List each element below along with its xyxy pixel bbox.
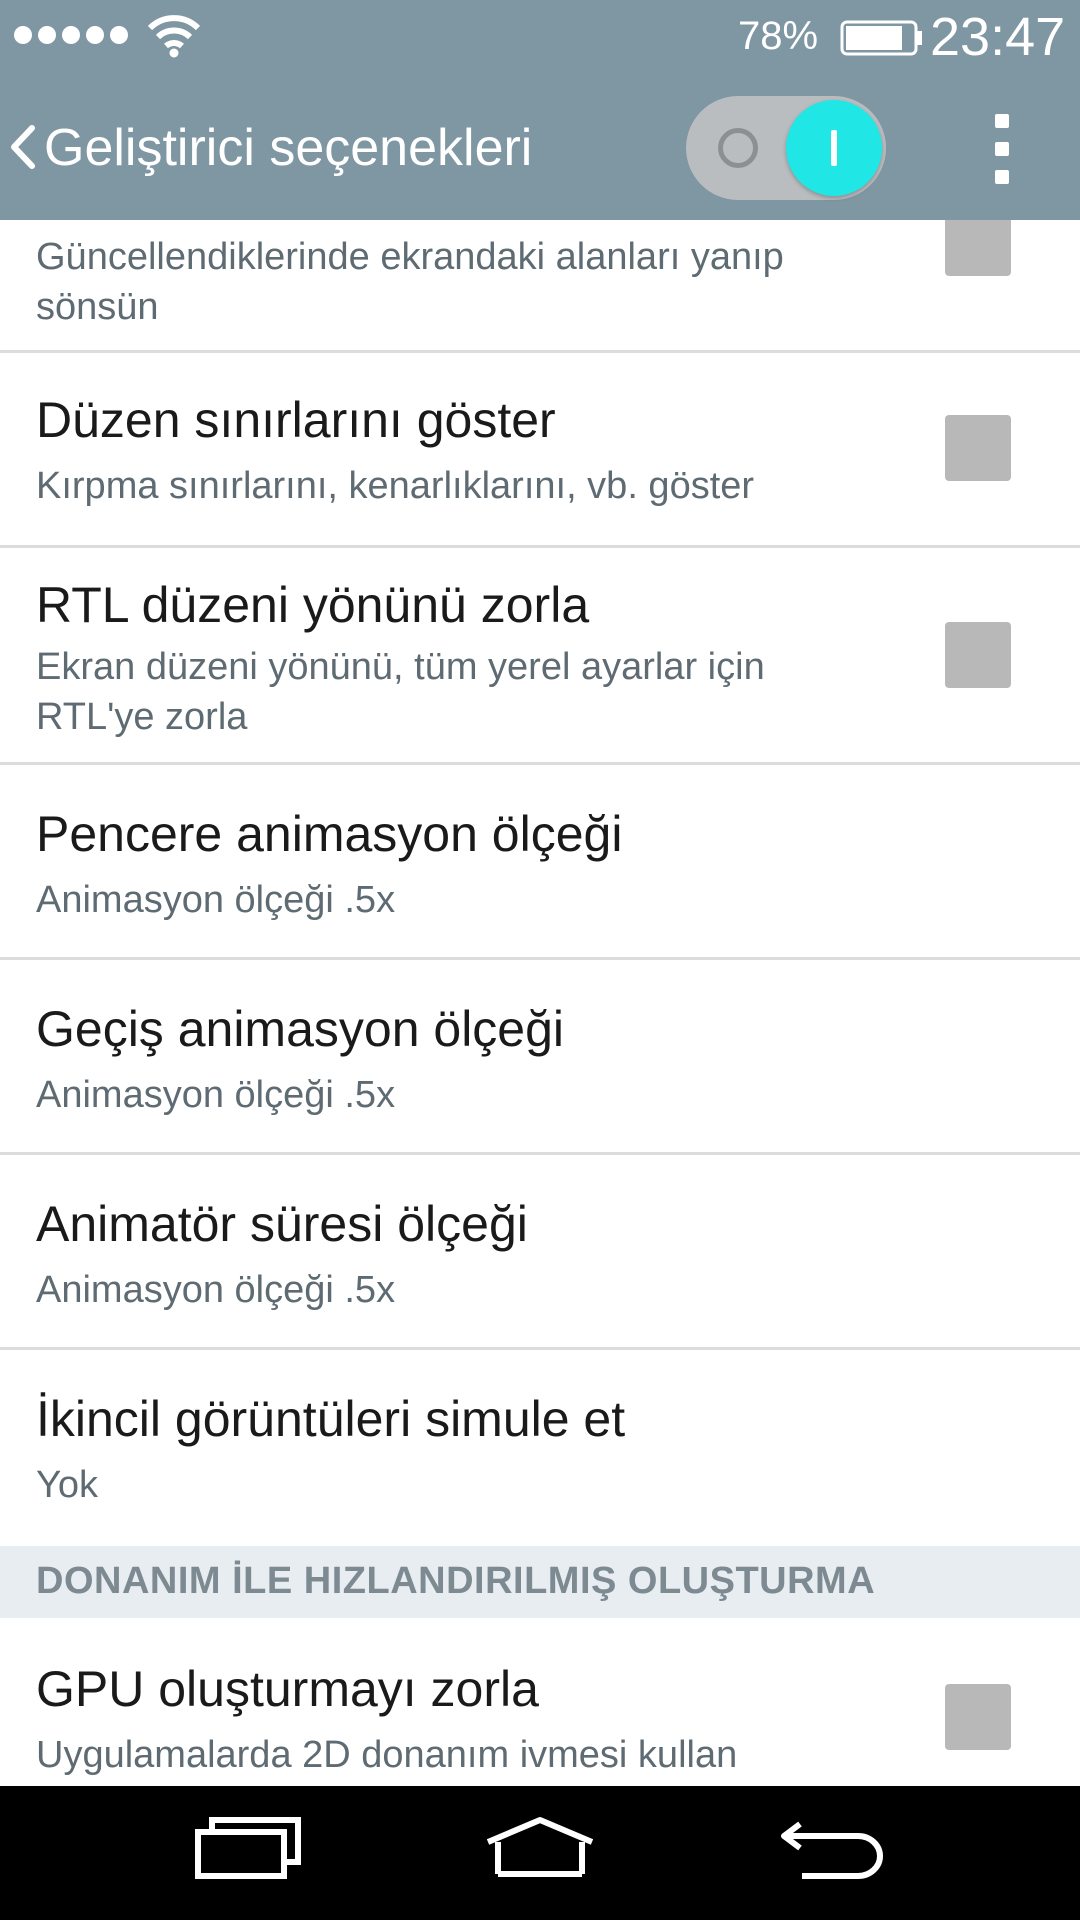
setting-row-layout-bounds[interactable]: Düzen sınırlarını göster Kırpma sınırlar… — [0, 353, 1080, 548]
setting-title: RTL düzeni yönünü zorla — [36, 577, 590, 633]
section-header-label: DONANIM İLE HIZLANDIRILMIŞ OLUŞTURMA — [36, 1560, 876, 1602]
recents-icon[interactable] — [194, 1814, 302, 1880]
switch-off-indicator-icon — [718, 128, 758, 168]
section-header-hw-accelerated-rendering: DONANIM İLE HIZLANDIRILMIŞ OLUŞTURMA — [0, 1546, 1080, 1618]
checkbox[interactable] — [945, 1684, 1011, 1750]
status-bar: 78% 23:47 — [0, 0, 1080, 74]
action-bar: Geliştirici seçenekleri — [0, 74, 1080, 220]
checkbox[interactable] — [945, 622, 1011, 688]
setting-title: İkincil görüntüleri simule et — [36, 1391, 626, 1447]
home-icon[interactable] — [482, 1814, 598, 1880]
battery-percent: 78% — [738, 14, 819, 58]
developer-options-switch[interactable] — [686, 96, 886, 200]
setting-row-force-gpu-rendering[interactable]: GPU oluşturmayı zorla Uygulamalarda 2D d… — [0, 1618, 1080, 1786]
setting-subtitle: Kırpma sınırlarını, kenarlıklarını, vb. … — [36, 465, 755, 507]
setting-title: Geçiş animasyon ölçeği — [36, 1001, 565, 1057]
battery-icon — [840, 20, 922, 56]
signal-dots-icon — [14, 26, 128, 44]
back-icon[interactable] — [778, 1814, 888, 1880]
setting-subtitle: Yok — [36, 1464, 98, 1506]
setting-subtitle: Animasyon ölçeği .5x — [36, 1074, 396, 1116]
setting-subtitle: Güncellendiklerinde ekrandaki alanları y… — [36, 236, 784, 328]
setting-title: Düzen sınırlarını göster — [36, 392, 556, 448]
checkbox[interactable] — [945, 415, 1011, 481]
navigation-bar — [0, 1786, 1080, 1920]
checkbox[interactable] — [945, 220, 1011, 276]
setting-row-show-surface-updates[interactable]: Güncellendiklerinde ekrandaki alanları y… — [0, 220, 1080, 353]
setting-title: Animatör süresi ölçeği — [36, 1196, 528, 1252]
wifi-icon — [147, 15, 201, 58]
setting-subtitle: Uygulamalarda 2D donanım ivmesi kullan — [36, 1734, 738, 1776]
setting-subtitle: Animasyon ölçeği .5x — [36, 879, 396, 921]
setting-title: GPU oluşturmayı zorla — [36, 1661, 539, 1717]
overflow-menu-icon[interactable] — [995, 114, 1009, 184]
setting-row-animator-duration-scale[interactable]: Animatör süresi ölçeği Animasyon ölçeği … — [0, 1155, 1080, 1350]
setting-subtitle: Ekran düzeni yönünü, tüm yerel ayarlar i… — [36, 646, 765, 738]
setting-row-simulate-secondary-displays[interactable]: İkincil görüntüleri simule et Yok — [0, 1350, 1080, 1546]
setting-subtitle: Animasyon ölçeği .5x — [36, 1269, 396, 1311]
back-chevron-icon[interactable] — [6, 124, 38, 170]
switch-knob — [786, 100, 882, 196]
setting-row-window-animation-scale[interactable]: Pencere animasyon ölçeği Animasyon ölçeğ… — [0, 765, 1080, 960]
page-title[interactable]: Geliştirici seçenekleri — [44, 118, 532, 178]
clock: 23:47 — [930, 7, 1066, 67]
setting-row-transition-animation-scale[interactable]: Geçiş animasyon ölçeği Animasyon ölçeği … — [0, 960, 1080, 1155]
setting-row-force-rtl[interactable]: RTL düzeni yönünü zorla Ekran düzeni yön… — [0, 548, 1080, 765]
setting-title: Pencere animasyon ölçeği — [36, 806, 623, 862]
